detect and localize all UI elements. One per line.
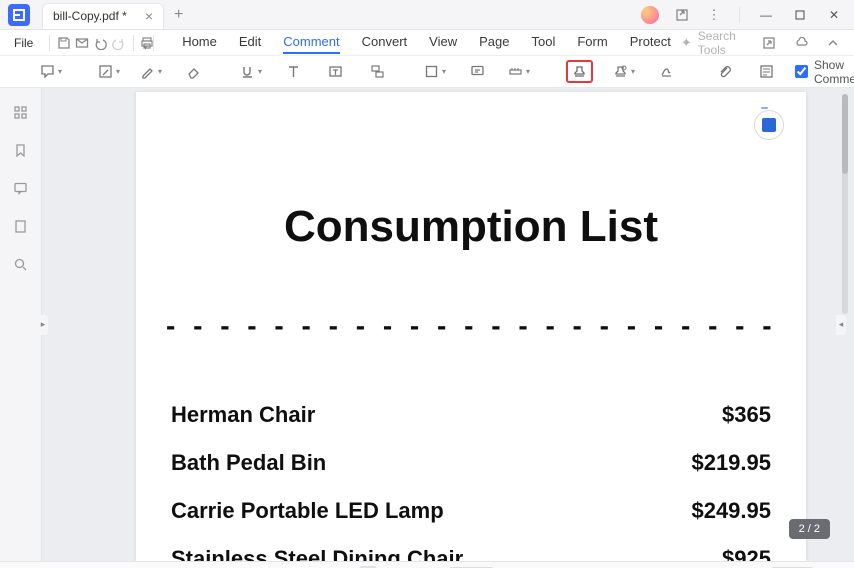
share-icon[interactable]: [671, 4, 693, 26]
highlight-tool[interactable]: [98, 61, 120, 83]
tab-home[interactable]: Home: [182, 31, 217, 54]
item-name: Carrie Portable LED Lamp: [171, 498, 444, 524]
list-item: Bath Pedal Bin $219.95: [166, 450, 776, 476]
tab-form[interactable]: Form: [577, 31, 607, 54]
cloud-sync-icon[interactable]: [790, 32, 812, 54]
search-tools[interactable]: ✦ Search Tools: [675, 29, 750, 57]
note-tool[interactable]: [40, 61, 62, 83]
page-indicator: 2 / 2: [789, 519, 830, 539]
thumbnails-icon[interactable]: [11, 102, 31, 122]
show-comment-toggle[interactable]: Show Comment: [795, 58, 854, 86]
document-title: Consumption List: [166, 202, 776, 252]
outline-tool[interactable]: [755, 61, 777, 83]
close-window-button[interactable]: ✕: [822, 3, 846, 27]
stamp-tool[interactable]: [566, 60, 593, 83]
signature-tool[interactable]: [655, 61, 677, 83]
custom-stamp-tool[interactable]: [613, 61, 635, 83]
mail-icon[interactable]: [74, 32, 90, 54]
item-name: Stainless Steel Dining Chair: [171, 546, 463, 561]
show-comment-checkbox[interactable]: [795, 65, 808, 78]
tab-convert[interactable]: Convert: [362, 31, 408, 54]
list-item: Herman Chair $365: [166, 402, 776, 428]
document-tab[interactable]: bill-Copy.pdf * ×: [42, 3, 164, 29]
text-box-tool[interactable]: [324, 61, 346, 83]
menubar: File ▾ HomeEditCommentConvertViewPageToo…: [0, 30, 854, 56]
underline-tool[interactable]: [240, 61, 262, 83]
document-canvas[interactable]: Consumption List - - - - - - - - - - - -…: [42, 88, 854, 561]
export-word-badge[interactable]: [754, 110, 784, 140]
new-tab-button[interactable]: +: [174, 6, 183, 24]
item-price: $925: [722, 546, 771, 561]
left-sidebar: [0, 88, 42, 561]
search-panel-icon[interactable]: [11, 254, 31, 274]
show-comment-label: Show Comment: [814, 58, 854, 86]
bookmarks-icon[interactable]: [11, 140, 31, 160]
maximize-button[interactable]: [788, 3, 812, 27]
item-price: $365: [722, 402, 771, 428]
kebab-menu-icon[interactable]: ⋮: [703, 4, 725, 26]
open-external-icon[interactable]: [758, 32, 780, 54]
page-view: Consumption List - - - - - - - - - - - -…: [136, 92, 806, 561]
text-tool[interactable]: [282, 61, 304, 83]
workspace: ▸ Consumption List - - - - - - - - - - -…: [0, 88, 854, 561]
list-item: Carrie Portable LED Lamp $249.95: [166, 498, 776, 524]
wand-icon: ✦: [681, 35, 692, 51]
comment-toolbar: Show Comment: [0, 56, 854, 88]
app-logo-icon: [8, 4, 30, 26]
vertical-scrollbar[interactable]: [842, 94, 848, 314]
tab-edit[interactable]: Edit: [239, 31, 261, 54]
tab-protect[interactable]: Protect: [630, 31, 671, 54]
expand-right-panel[interactable]: ◂: [836, 315, 846, 335]
tab-page[interactable]: Page: [479, 31, 509, 54]
attachment-tool[interactable]: [713, 61, 735, 83]
tab-title: bill-Copy.pdf *: [53, 9, 127, 23]
file-menu[interactable]: File: [4, 36, 43, 50]
item-price: $249.95: [691, 498, 771, 524]
attachments-panel-icon[interactable]: [11, 216, 31, 236]
undo-icon[interactable]: [92, 32, 108, 54]
item-price: $219.95: [691, 450, 771, 476]
collapse-ribbon-icon[interactable]: [822, 32, 844, 54]
redo-icon[interactable]: [110, 32, 126, 54]
list-item: Stainless Steel Dining Chair $925: [166, 546, 776, 561]
item-name: Herman Chair: [171, 402, 315, 428]
save-icon[interactable]: [56, 32, 72, 54]
statusbar: 45.86 x 95.29 cm /2 − + 50% ▾: [0, 561, 854, 568]
eraser-tool[interactable]: [182, 61, 204, 83]
tab-view[interactable]: View: [429, 31, 457, 54]
search-placeholder: Search Tools: [698, 29, 744, 57]
titlebar: bill-Copy.pdf * × + ⋮ — ✕: [0, 0, 854, 30]
close-tab-icon[interactable]: ×: [145, 8, 153, 24]
minimize-button[interactable]: —: [754, 3, 778, 27]
measure-tool[interactable]: [508, 61, 530, 83]
items-list: Herman Chair $365 Bath Pedal Bin $219.95 Car…: [166, 402, 776, 561]
tab-comment[interactable]: Comment: [283, 31, 339, 54]
user-avatar-icon[interactable]: [639, 4, 661, 26]
callout-tool[interactable]: [366, 61, 388, 83]
tab-tool[interactable]: Tool: [532, 31, 556, 54]
shape-tool[interactable]: [424, 61, 446, 83]
comment-bubble-tool[interactable]: [466, 61, 488, 83]
separator-line: - - - - - - - - - - - - - - - - - - - - …: [166, 310, 776, 342]
pencil-tool[interactable]: [140, 61, 162, 83]
item-name: Bath Pedal Bin: [171, 450, 326, 476]
comments-panel-icon[interactable]: [11, 178, 31, 198]
